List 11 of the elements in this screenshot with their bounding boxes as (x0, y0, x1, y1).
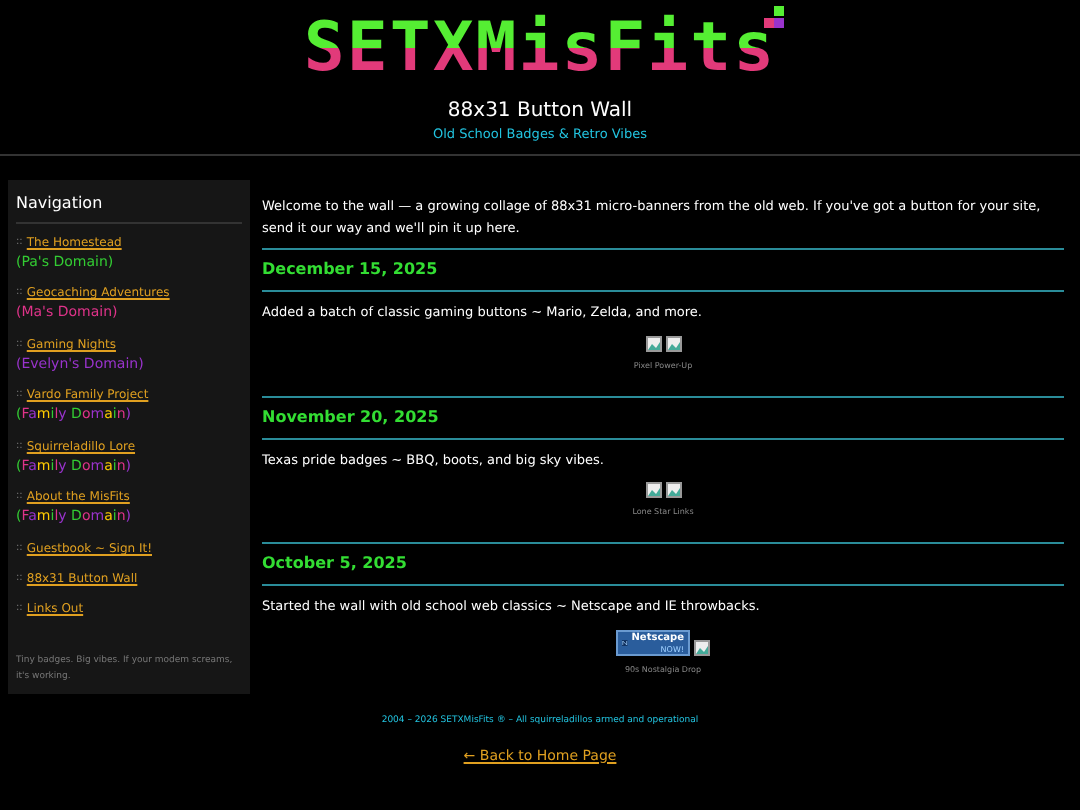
logo-icon (622, 636, 628, 650)
post-date: December 15, 2025 (262, 257, 440, 282)
broken-image-icon (665, 482, 681, 499)
sidebar-title: Navigation (16, 191, 242, 224)
broken-image-icon (645, 335, 661, 351)
post-date: October 5, 2025 (262, 552, 409, 577)
broken-image-icon (665, 335, 681, 351)
page-title: 88x31 Button Wall (447, 98, 633, 126)
broken-image-icon (694, 640, 710, 656)
post-date: November 20, 2025 (262, 405, 441, 429)
broken-image-icon (645, 482, 661, 499)
